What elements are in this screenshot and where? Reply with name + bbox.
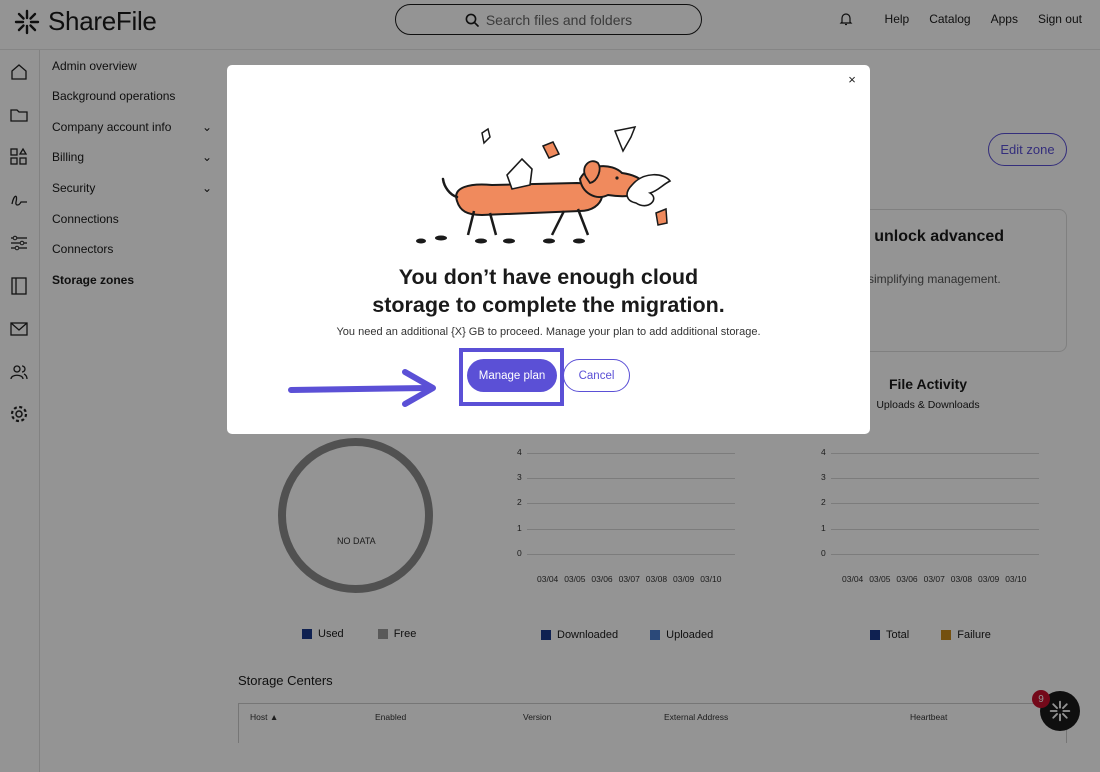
callout-arrow-icon — [288, 369, 436, 407]
dialog-title-line-1: You don’t have enough cloud — [398, 265, 699, 289]
close-icon[interactable]: × — [845, 73, 859, 87]
dog-shredding-paper-illustration — [416, 125, 672, 244]
cancel-button[interactable]: Cancel — [563, 359, 630, 392]
callout-highlight-box — [459, 348, 564, 406]
dialog-title-line-2: storage to complete the migration. — [372, 293, 725, 317]
dialog-title: You don’t have enough cloud storage to c… — [227, 263, 870, 319]
dialog-message: You need an additional {X} GB to proceed… — [336, 326, 761, 338]
